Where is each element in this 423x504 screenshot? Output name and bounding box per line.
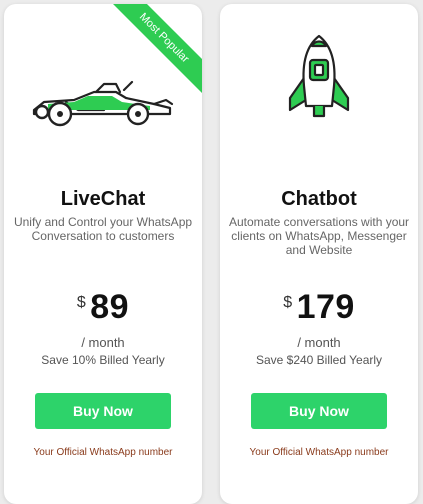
currency-symbol: $: [76, 294, 86, 311]
plan-description: Unify and Control your WhatsApp Conversa…: [13, 215, 193, 243]
price-amount: 179: [296, 288, 355, 326]
plan-card-chatbot: Chatbot Automate conversations with your…: [220, 4, 418, 504]
billing-period: / month: [297, 335, 341, 350]
price: $ 179: [220, 288, 418, 327]
plan-description: Automate conversations with your clients…: [228, 215, 410, 257]
whatsapp-number-note: Your Official WhatsApp number: [249, 447, 389, 458]
price-amount: 89: [90, 288, 130, 326]
yearly-savings: Save 10% Billed Yearly: [41, 353, 165, 367]
buy-now-button[interactable]: Buy Now: [35, 393, 171, 429]
whatsapp-number-note: Your Official WhatsApp number: [33, 447, 173, 458]
race-car-icon: [32, 80, 174, 127]
plan-title: LiveChat: [60, 188, 146, 210]
yearly-savings: Save $240 Billed Yearly: [255, 353, 383, 367]
buy-now-button[interactable]: Buy Now: [251, 393, 387, 429]
currency-symbol: $: [283, 294, 293, 311]
plan-title: Chatbot: [281, 188, 357, 210]
rocket-icon: [288, 34, 350, 118]
billing-period: / month: [81, 335, 125, 350]
price: $ 89: [4, 288, 202, 327]
plan-card-livechat: Most Popular LiveChat Unify and Control …: [4, 4, 202, 504]
